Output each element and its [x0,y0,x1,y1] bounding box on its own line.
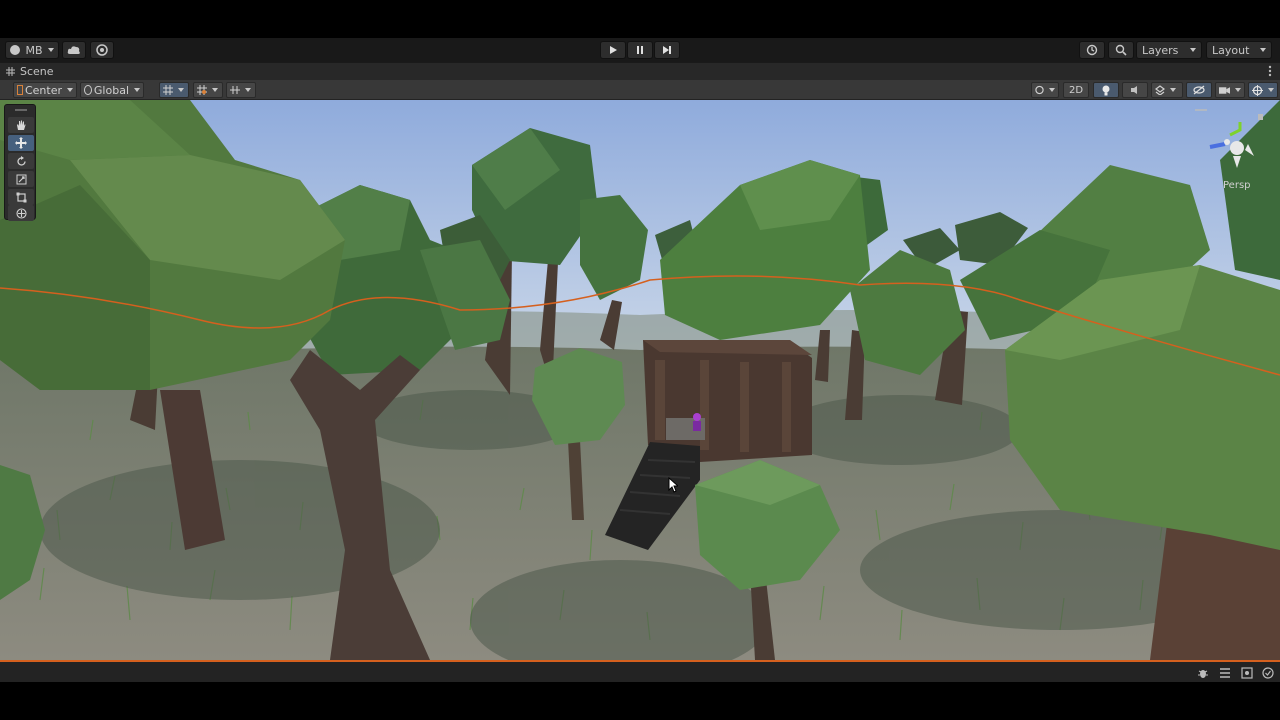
pivot-icon [17,85,23,95]
snap-increment-icon [197,85,207,95]
cloud-icon [67,46,80,54]
rotate-tool-icon[interactable] [8,153,34,169]
layout-dropdown[interactable]: Layout [1206,41,1272,59]
tab-scene-label: Scene [20,65,54,78]
snap-increment-button[interactable] [193,82,223,98]
lighting-button[interactable] [1093,82,1119,98]
effects-button[interactable] [1151,82,1183,98]
camera-icon [1219,86,1230,94]
play-button[interactable] [600,41,626,59]
shading-icon [1035,85,1044,95]
mouse-cursor-icon [668,477,678,493]
bug-icon[interactable] [1197,667,1209,679]
status-bar [0,660,1280,682]
hidden-objects-icon [1193,85,1205,95]
gizmos-button[interactable] [1248,82,1278,98]
cache-icon[interactable] [1241,667,1253,679]
scene-render [0,100,1280,660]
network-icon[interactable] [1219,667,1231,679]
globe-icon [84,85,92,95]
space-label: Global [93,83,129,97]
collab-icon [96,44,108,56]
hidden-objects-button[interactable] [1186,82,1212,98]
pause-button[interactable] [627,41,653,59]
space-dropdown[interactable]: Global [80,82,144,98]
tab-menu-icon[interactable] [1268,65,1272,77]
shading-button[interactable] [1031,82,1059,98]
step-icon [663,46,671,54]
pivot-dropdown[interactable]: Center [13,82,77,98]
grid-snap-icon [163,85,173,95]
effects-icon [1155,85,1165,95]
tool-palette-handle[interactable] [15,109,27,111]
scale-tool-icon[interactable] [8,171,34,187]
mode-2d-label: 2D [1068,84,1084,96]
scene-toolbar: Center Global 2D [0,80,1280,100]
rect-tool-icon[interactable] [8,189,34,205]
scene-tab-bar: Scene [0,62,1280,80]
tab-scene[interactable]: Scene [6,65,54,78]
main-toolbar: MB Layers Layout [0,38,1280,62]
pause-icon [637,46,643,54]
scene-viewport[interactable] [0,100,1280,660]
cloud-button[interactable] [62,41,86,59]
grid-button[interactable] [226,82,256,98]
projection-label[interactable]: Persp [1223,180,1251,191]
account-icon [10,45,21,55]
search-button[interactable] [1108,41,1134,59]
account-label: MB [25,43,43,57]
history-button[interactable] [1079,41,1105,59]
layers-label: Layers [1142,43,1179,57]
scene-grid-icon [6,67,15,76]
check-icon[interactable] [1262,667,1274,679]
transform-tool-icon[interactable] [8,205,34,221]
collab-button[interactable] [90,41,114,59]
mode-2d-button[interactable]: 2D [1063,82,1089,98]
lighting-icon [1102,85,1110,95]
audio-icon [1131,86,1137,94]
hand-tool-icon[interactable] [8,117,34,133]
pivot-label: Center [24,83,62,97]
audio-button[interactable] [1122,82,1148,98]
move-tool-icon[interactable] [8,135,34,151]
grid-snap-button[interactable] [159,82,189,98]
play-icon [610,46,617,54]
camera-button[interactable] [1215,82,1245,98]
layout-label: Layout [1212,43,1250,57]
gizmos-icon [1252,84,1263,96]
layers-dropdown[interactable]: Layers [1136,41,1202,59]
history-icon [1086,44,1098,56]
tool-palette [4,104,36,221]
step-button[interactable] [654,41,680,59]
account-dropdown[interactable]: MB [5,41,59,59]
grid-icon [230,86,240,94]
search-icon [1115,44,1127,56]
